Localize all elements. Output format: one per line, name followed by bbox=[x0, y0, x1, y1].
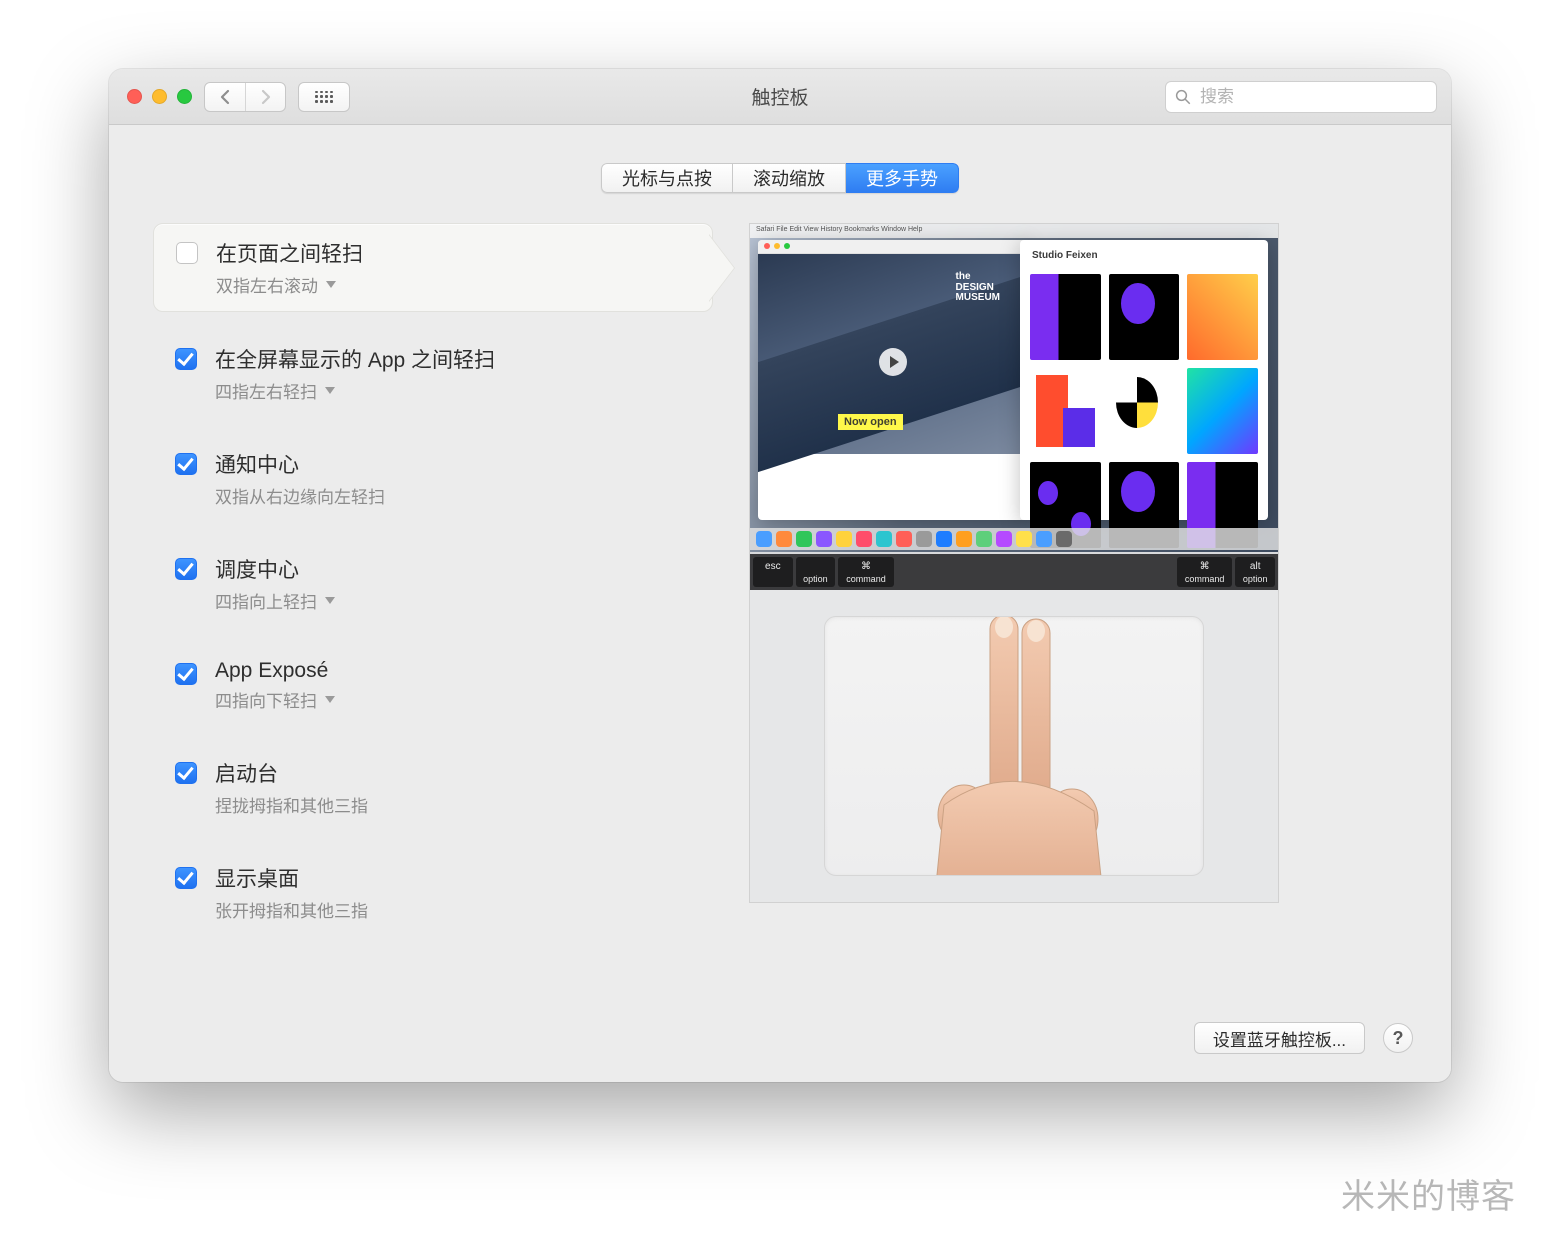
forward-button[interactable] bbox=[245, 83, 285, 111]
content: 在页面之间轻扫 双指左右滚动 在全屏幕显示的 App 之间轻扫 四指左右轻扫 bbox=[109, 223, 1451, 936]
search-input[interactable] bbox=[1165, 81, 1437, 113]
option-sub-dropdown[interactable]: 双指左右滚动 bbox=[216, 272, 363, 297]
checkbox[interactable] bbox=[175, 663, 197, 685]
option-text: 在全屏幕显示的 App 之间轻扫 四指左右轻扫 bbox=[215, 344, 495, 403]
options-list: 在页面之间轻扫 双指左右滚动 在全屏幕显示的 App 之间轻扫 四指左右轻扫 bbox=[153, 223, 713, 936]
option-title: 在全屏幕显示的 App 之间轻扫 bbox=[215, 344, 495, 374]
option-sub-label: 张开拇指和其他三指 bbox=[215, 897, 368, 922]
window-controls bbox=[127, 89, 192, 104]
tab-label: 滚动缩放 bbox=[753, 169, 825, 189]
option-text: 显示桌面 张开拇指和其他三指 bbox=[215, 863, 368, 922]
option-title: App Exposé bbox=[215, 659, 335, 683]
studio-feixen-label: Studio Feixen bbox=[1032, 250, 1098, 261]
gesture-preview: Safari File Edit View History Bookmarks … bbox=[749, 223, 1407, 936]
tabs: 光标与点按 滚动缩放 更多手势 bbox=[601, 163, 959, 193]
preview-dock bbox=[750, 528, 1278, 550]
option-text: 通知中心 双指从右边缘向左轻扫 bbox=[215, 449, 385, 508]
option-swipe-pages[interactable]: 在页面之间轻扫 双指左右滚动 bbox=[153, 223, 713, 312]
option-title: 在页面之间轻扫 bbox=[216, 238, 363, 268]
option-title: 显示桌面 bbox=[215, 863, 368, 893]
option-title: 通知中心 bbox=[215, 449, 385, 479]
checkbox[interactable] bbox=[176, 242, 198, 264]
option-sub-dropdown[interactable]: 四指向上轻扫 bbox=[215, 588, 335, 613]
option-sub-label: 四指左右轻扫 bbox=[215, 378, 317, 403]
key-option-right: altoption bbox=[1235, 557, 1275, 587]
key-esc: esc bbox=[753, 557, 793, 587]
preview-keyboard: esc option ⌘command ⌘command altoption bbox=[750, 554, 1278, 590]
tab-label: 光标与点按 bbox=[622, 169, 712, 189]
bluetooth-trackpad-button[interactable]: 设置蓝牙触控板... bbox=[1194, 1022, 1365, 1054]
option-sub-label: 双指从右边缘向左轻扫 bbox=[215, 483, 385, 508]
preferences-window: 触控板 光标与点按 滚动缩放 更多手势 在页面之间轻扫 bbox=[109, 69, 1451, 1082]
option-sub-dropdown[interactable]: 四指向下轻扫 bbox=[215, 687, 335, 712]
chevron-left-icon bbox=[219, 89, 231, 105]
close-icon[interactable] bbox=[127, 89, 142, 104]
hand-icon bbox=[894, 616, 1134, 876]
option-sub-label: 捏拢拇指和其他三指 bbox=[215, 792, 368, 817]
option-sub-dropdown[interactable]: 四指左右轻扫 bbox=[215, 378, 495, 403]
option-show-desktop[interactable]: 显示桌面 张开拇指和其他三指 bbox=[153, 849, 713, 936]
checkbox[interactable] bbox=[175, 558, 197, 580]
design-museum-logo: the DESIGN MUSEUM bbox=[956, 272, 1000, 304]
preview-trackpad-area bbox=[750, 590, 1278, 902]
option-text: 在页面之间轻扫 双指左右滚动 bbox=[216, 238, 363, 297]
option-text: 调度中心 四指向上轻扫 bbox=[215, 554, 335, 613]
option-sub-label: 双指左右滚动 bbox=[216, 272, 318, 297]
option-launchpad[interactable]: 启动台 捏拢拇指和其他三指 bbox=[153, 744, 713, 831]
minimize-icon[interactable] bbox=[152, 89, 167, 104]
now-open-badge: Now open bbox=[838, 414, 903, 430]
preview-trackpad bbox=[824, 616, 1204, 876]
preview-safari-right: Studio Feixen bbox=[1020, 240, 1268, 520]
tab-point-click[interactable]: 光标与点按 bbox=[601, 163, 733, 193]
option-notification-center[interactable]: 通知中心 双指从右边缘向左轻扫 bbox=[153, 435, 713, 522]
option-swipe-fullscreen[interactable]: 在全屏幕显示的 App 之间轻扫 四指左右轻扫 bbox=[153, 330, 713, 417]
chevron-right-icon bbox=[260, 89, 272, 105]
bluetooth-trackpad-label: 设置蓝牙触控板... bbox=[1213, 1026, 1346, 1051]
preview-screen: Safari File Edit View History Bookmarks … bbox=[750, 224, 1278, 552]
option-text: 启动台 捏拢拇指和其他三指 bbox=[215, 758, 368, 817]
checkbox[interactable] bbox=[175, 453, 197, 475]
preview-menu-bar: Safari File Edit View History Bookmarks … bbox=[750, 224, 1278, 238]
watermark: 米米的博客 bbox=[1341, 1169, 1516, 1218]
option-title: 调度中心 bbox=[215, 554, 335, 584]
footer: 设置蓝牙触控板... ? bbox=[1194, 1022, 1413, 1054]
checkbox[interactable] bbox=[175, 762, 197, 784]
option-mission-control[interactable]: 调度中心 四指向上轻扫 bbox=[153, 540, 713, 627]
search-icon bbox=[1174, 88, 1192, 106]
key-option-left: option bbox=[796, 557, 836, 587]
tab-scroll-zoom[interactable]: 滚动缩放 bbox=[733, 163, 846, 193]
show-all-button[interactable] bbox=[298, 82, 350, 112]
zoom-icon[interactable] bbox=[177, 89, 192, 104]
search-wrap bbox=[1165, 81, 1437, 113]
chevron-down-icon bbox=[326, 281, 336, 288]
option-text: App Exposé 四指向下轻扫 bbox=[215, 659, 335, 712]
option-sub-label: 四指向上轻扫 bbox=[215, 588, 317, 613]
grid-icon bbox=[315, 91, 333, 103]
key-command-right: ⌘command bbox=[1177, 557, 1232, 587]
play-icon bbox=[879, 348, 907, 376]
help-label: ? bbox=[1393, 1028, 1404, 1049]
preview-safari-left: the DESIGN MUSEUM Now open bbox=[758, 240, 1028, 520]
tab-label: 更多手势 bbox=[866, 169, 938, 189]
checkbox[interactable] bbox=[175, 867, 197, 889]
key-command-left: ⌘command bbox=[838, 557, 893, 587]
preview-image: Safari File Edit View History Bookmarks … bbox=[749, 223, 1279, 903]
option-title: 启动台 bbox=[215, 758, 368, 788]
option-sub-label: 四指向下轻扫 bbox=[215, 687, 317, 712]
back-button[interactable] bbox=[205, 83, 245, 111]
checkbox[interactable] bbox=[175, 348, 197, 370]
chevron-down-icon bbox=[325, 597, 335, 604]
chevron-down-icon bbox=[325, 696, 335, 703]
titlebar: 触控板 bbox=[109, 69, 1451, 125]
option-app-expose[interactable]: App Exposé 四指向下轻扫 bbox=[153, 645, 713, 726]
nav-back-forward bbox=[204, 82, 286, 112]
tab-more-gestures[interactable]: 更多手势 bbox=[846, 163, 959, 193]
chevron-down-icon bbox=[325, 387, 335, 394]
help-button[interactable]: ? bbox=[1383, 1023, 1413, 1053]
body: 光标与点按 滚动缩放 更多手势 在页面之间轻扫 双指左右滚动 bbox=[109, 125, 1451, 1082]
